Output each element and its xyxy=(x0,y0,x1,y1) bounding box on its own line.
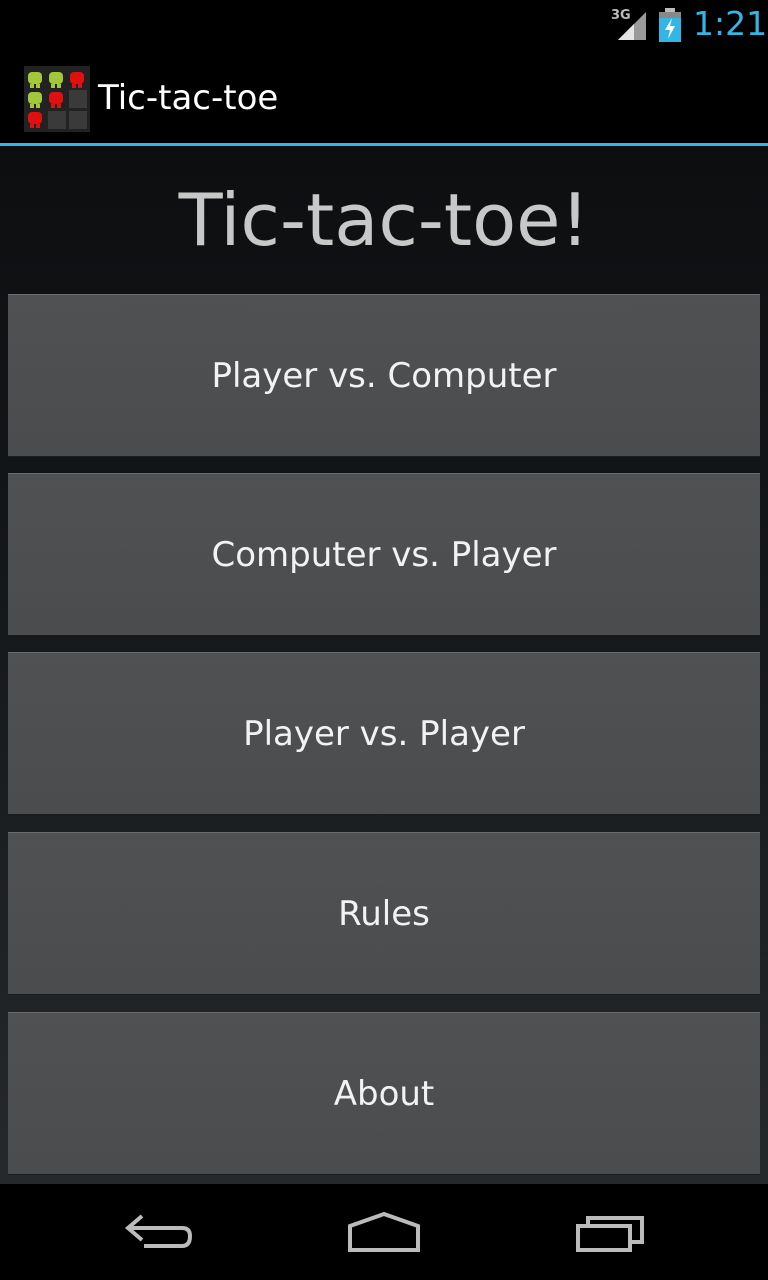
about-button[interactable]: About xyxy=(8,1012,760,1174)
empty-cell-icon xyxy=(69,111,87,129)
home-icon[interactable] xyxy=(346,1210,422,1254)
status-bar: 3G 1:21 xyxy=(0,0,768,50)
recent-apps-icon[interactable] xyxy=(574,1210,648,1254)
computer-vs-player-button[interactable]: Computer vs. Player xyxy=(8,473,760,635)
battery-charging-icon xyxy=(659,8,681,42)
empty-cell-icon xyxy=(69,90,87,108)
app-title: Tic-tac-toe xyxy=(98,78,279,118)
back-icon[interactable] xyxy=(124,1210,196,1254)
empty-cell-icon xyxy=(48,111,66,129)
signal-icon xyxy=(618,12,646,40)
rules-button[interactable]: Rules xyxy=(8,832,760,994)
clock: 1:21 xyxy=(693,4,768,43)
page-title: Tic-tac-toe! xyxy=(178,178,590,262)
app-icon[interactable] xyxy=(24,66,90,132)
player-vs-computer-button[interactable]: Player vs. Computer xyxy=(8,294,760,456)
player-vs-player-button[interactable]: Player vs. Player xyxy=(8,652,760,814)
